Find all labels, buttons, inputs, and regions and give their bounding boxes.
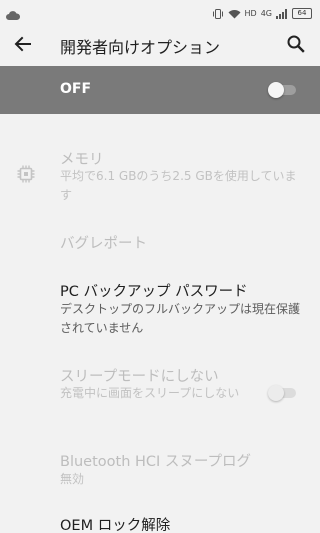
master-toggle-switch[interactable] — [268, 82, 298, 98]
search-button[interactable] — [284, 32, 308, 56]
battery-indicator: 64 — [292, 8, 312, 19]
stay-awake-toggle-switch[interactable] — [268, 385, 298, 401]
list-item-bug-report[interactable]: バグレポート — [0, 222, 320, 262]
stay-awake-switch-thumb — [268, 385, 284, 401]
master-switch-bar[interactable]: OFF — [0, 66, 320, 114]
arrow-back-icon — [14, 36, 31, 52]
search-icon — [287, 35, 305, 53]
page-title: 開発者向けオプション — [60, 38, 221, 57]
list-item-bluetooth-hci-snoop-log[interactable]: Bluetooth HCI スヌープログ 無効 — [0, 440, 320, 496]
wifi-icon — [228, 4, 241, 23]
vibrate-icon — [212, 4, 224, 23]
list-item-pc-backup-password[interactable]: PC バックアップ パスワード デスクトップのフルバックアップは現在保護されてい… — [0, 270, 320, 342]
back-button[interactable] — [10, 31, 36, 57]
bluetooth-hci-snoop-log-title: Bluetooth HCI スヌープログ — [60, 454, 252, 470]
stay-awake-title: スリープモードにしない — [60, 369, 219, 385]
signal-type-label: 4G — [260, 9, 272, 18]
memory-summary: 平均で6.1 GBのうち2.5 GBを使用しています — [60, 169, 297, 202]
master-switch-label: OFF — [60, 81, 92, 97]
pc-backup-password-summary: デスクトップのフルバックアップは現在保護されていません — [60, 302, 301, 335]
master-switch-thumb — [268, 82, 284, 98]
cell-signal-icon — [276, 4, 288, 23]
bug-report-title: バグレポート — [60, 236, 147, 252]
app-bar: 開発者向けオプション — [0, 22, 320, 66]
pc-backup-password-title: PC バックアップ パスワード — [60, 284, 248, 300]
list-item-memory[interactable]: メモリ 平均で6.1 GBのうち2.5 GBを使用しています — [0, 140, 320, 212]
stay-awake-summary: 充電中に画面をスリープにしない — [60, 386, 240, 400]
bluetooth-hci-snoop-log-summary: 無効 — [60, 472, 85, 486]
status-bar: HD 4G 64 — [0, 0, 320, 22]
network-type-label: HD — [244, 9, 257, 18]
memory-title: メモリ — [60, 152, 104, 168]
oem-unlock-title: OEM ロック解除 — [60, 518, 171, 533]
list-item-oem-unlock[interactable]: OEM ロック解除 — [0, 506, 320, 533]
